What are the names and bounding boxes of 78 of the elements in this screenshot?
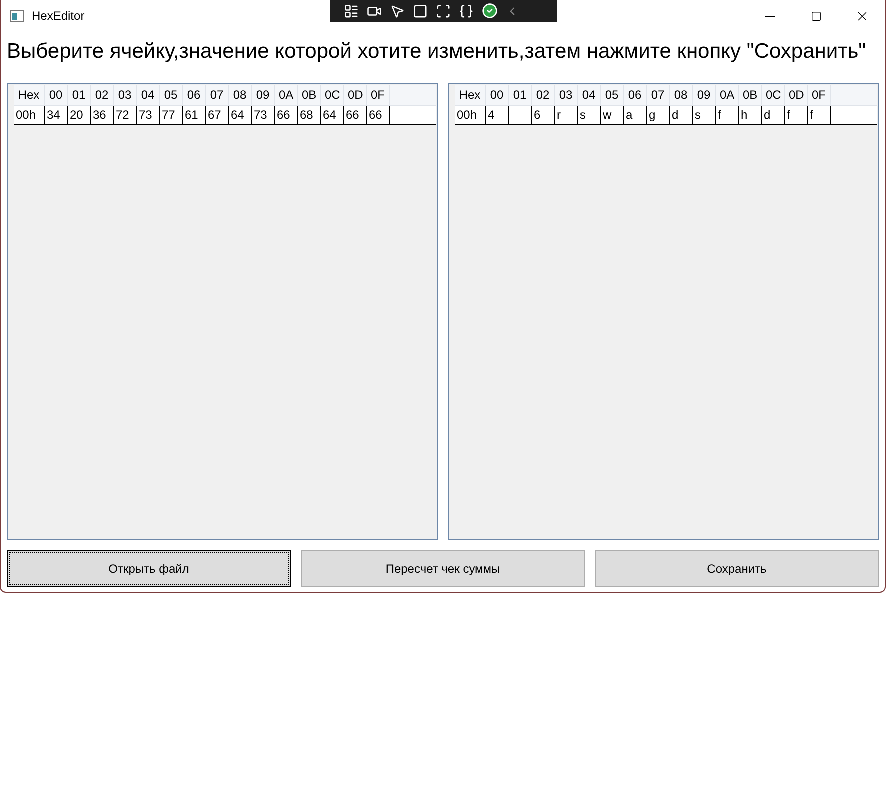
table-cell[interactable]: 66: [275, 106, 298, 124]
column-header[interactable]: Hex: [455, 85, 486, 105]
column-header[interactable]: 06: [183, 85, 206, 105]
column-header[interactable]: 05: [601, 85, 624, 105]
pointer-icon[interactable]: [390, 4, 405, 18]
app-icon: [10, 10, 24, 22]
column-header[interactable]: 0B: [739, 85, 762, 105]
column-header[interactable]: 00: [45, 85, 68, 105]
table-cell[interactable]: 4: [486, 106, 509, 124]
column-header[interactable]: 03: [114, 85, 137, 105]
table-cell[interactable]: 34: [45, 106, 68, 124]
column-header[interactable]: 09: [693, 85, 716, 105]
hex-grid[interactable]: Hex 00 01 02 03 04 05 06 07 08 09 0A 0B 0C 0D 0F 00h 4 6 r s w a g d s f h d f f: [448, 83, 879, 540]
action-button[interactable]: Пересчет чек суммы: [301, 550, 585, 587]
table-cell[interactable]: a: [624, 106, 647, 124]
table-cell[interactable]: 67: [206, 106, 229, 124]
table-cell[interactable]: d: [670, 106, 693, 124]
column-header[interactable]: 0B: [298, 85, 321, 105]
table-cell[interactable]: 64: [229, 106, 252, 124]
maximize-icon: [810, 10, 822, 22]
column-header[interactable]: 0F: [808, 85, 831, 105]
table-cell[interactable]: f: [716, 106, 739, 124]
column-header[interactable]: 03: [555, 85, 578, 105]
column-header[interactable]: 05: [160, 85, 183, 105]
table-cell[interactable]: h: [739, 106, 762, 124]
table-cell[interactable]: 73: [252, 106, 275, 124]
table-cell[interactable]: 66: [344, 106, 367, 124]
table-cell[interactable]: r: [555, 106, 578, 124]
table-cell[interactable]: w: [601, 106, 624, 124]
table-cell[interactable]: d: [762, 106, 785, 124]
column-header[interactable]: 0D: [785, 85, 808, 105]
select-icon[interactable]: [436, 4, 451, 18]
column-header[interactable]: 02: [91, 85, 114, 105]
table-cell[interactable]: 68: [298, 106, 321, 124]
column-header[interactable]: 01: [68, 85, 91, 105]
table-cell[interactable]: f: [785, 106, 808, 124]
column-header[interactable]: 07: [647, 85, 670, 105]
table-cell[interactable]: 20: [68, 106, 91, 124]
braces-icon[interactable]: [459, 4, 474, 18]
action-button[interactable]: Сохранить: [595, 550, 879, 587]
row-header: 00h: [14, 106, 45, 124]
square-icon[interactable]: [413, 4, 428, 18]
table-cell[interactable]: g: [647, 106, 670, 124]
table-cell[interactable]: 72: [114, 106, 137, 124]
column-header[interactable]: 06: [624, 85, 647, 105]
table-cell[interactable]: 61: [183, 106, 206, 124]
check-icon[interactable]: [482, 3, 498, 19]
window-title: HexEditor: [32, 8, 85, 25]
table-cell[interactable]: 66: [367, 106, 390, 124]
column-header[interactable]: 02: [532, 85, 555, 105]
column-header[interactable]: 09: [252, 85, 275, 105]
column-header[interactable]: 0D: [344, 85, 367, 105]
column-header[interactable]: 08: [229, 85, 252, 105]
column-header[interactable]: Hex: [14, 85, 45, 105]
layout-icon[interactable]: [344, 4, 359, 18]
column-header[interactable]: 04: [578, 85, 601, 105]
column-header[interactable]: 08: [670, 85, 693, 105]
column-header[interactable]: 00: [486, 85, 509, 105]
table-cell[interactable]: 73: [137, 106, 160, 124]
row-header: 00h: [455, 106, 486, 124]
table-cell[interactable]: 6: [532, 106, 555, 124]
table-cell[interactable]: s: [693, 106, 716, 124]
column-header[interactable]: 01: [509, 85, 532, 105]
column-header[interactable]: 04: [137, 85, 160, 105]
column-header[interactable]: 0C: [321, 85, 344, 105]
action-button[interactable]: Открыть файл: [7, 550, 291, 587]
table-cell[interactable]: 36: [91, 106, 114, 124]
column-header[interactable]: 0F: [367, 85, 390, 105]
instruction-text: Выберите ячейку,значение которой хотите изменить,затем нажмите кнопку "Сохранить": [6, 39, 868, 65]
column-header[interactable]: 07: [206, 85, 229, 105]
hex-grid[interactable]: Hex 00 01 02 03 04 05 06 07 08 09 0A 0B 0C 0D 0F 00h 34 20 36 72 73 77 61 67 64 73 66 68 64 66 66: [7, 83, 438, 540]
table-cell[interactable]: s: [578, 106, 601, 124]
table-cell[interactable]: 64: [321, 106, 344, 124]
column-header[interactable]: 0A: [716, 85, 739, 105]
table-cell[interactable]: 77: [160, 106, 183, 124]
column-header[interactable]: 0A: [275, 85, 298, 105]
column-header[interactable]: 0C: [762, 85, 785, 105]
table-cell[interactable]: f: [808, 106, 831, 124]
